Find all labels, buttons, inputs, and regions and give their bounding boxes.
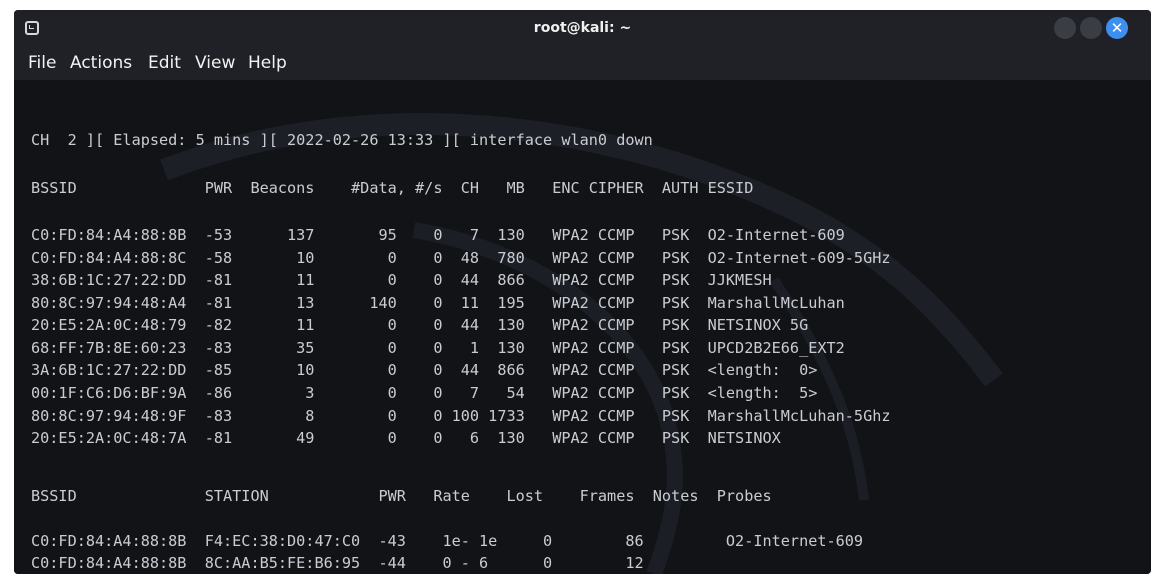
ap-row: 38:6B:1C:27:22:DD -81 11 0 0 44 866 WPA2… bbox=[31, 271, 772, 289]
minimize-button[interactable] bbox=[1054, 17, 1076, 39]
terminal-window: root@kali: ~ ✕ File Actions Edit View He… bbox=[14, 10, 1151, 574]
menu-actions[interactable]: Actions bbox=[70, 53, 132, 73]
ap-row: 20:E5:2A:0C:48:7A -81 49 0 0 6 130 WPA2 … bbox=[31, 429, 781, 447]
status-line: CH 2 ][ Elapsed: 5 mins ][ 2022-02-26 13… bbox=[31, 131, 653, 149]
menu-help[interactable]: Help bbox=[248, 53, 287, 73]
terminal-output[interactable]: CH 2 ][ Elapsed: 5 mins ][ 2022-02-26 13… bbox=[14, 80, 1151, 574]
ap-row: 80:8C:97:94:48:9F -83 8 0 0 100 1733 WPA… bbox=[31, 407, 891, 425]
menu-file[interactable]: File bbox=[28, 53, 56, 73]
window-title: root@kali: ~ bbox=[533, 20, 632, 36]
station-table-header: BSSID STATION PWR Rate Lost Frames Notes… bbox=[31, 487, 772, 505]
ap-row: 68:FF:7B:8E:60:23 -83 35 0 0 1 130 WPA2 … bbox=[31, 339, 845, 357]
close-icon: ✕ bbox=[1110, 19, 1124, 37]
ap-row: 80:8C:97:94:48:A4 -81 13 140 0 11 195 WP… bbox=[31, 294, 845, 312]
ap-table-header: BSSID PWR Beacons #Data, #/s CH MB ENC C… bbox=[31, 179, 754, 197]
ap-row: 3A:6B:1C:27:22:DD -85 10 0 0 44 866 WPA2… bbox=[31, 361, 818, 379]
menu-edit[interactable]: Edit bbox=[148, 53, 181, 73]
ap-row: 00:1F:C6:D6:BF:9A -86 3 0 0 7 54 WPA2 CC… bbox=[31, 384, 818, 402]
menu-view[interactable]: View bbox=[195, 53, 235, 73]
ap-row: C0:FD:84:A4:88:8C -58 10 0 0 48 780 WPA2… bbox=[31, 249, 891, 267]
station-row: C0:FD:84:A4:88:8B 8C:AA:B5:FE:B6:95 -44 … bbox=[31, 554, 644, 572]
station-row: C0:FD:84:A4:88:8B F4:EC:38:D0:47:C0 -43 … bbox=[31, 532, 864, 550]
menu-bar: File Actions Edit View Help bbox=[14, 48, 1151, 80]
ap-row: C0:FD:84:A4:88:8B -53 137 95 0 7 130 WPA… bbox=[31, 226, 845, 244]
maximize-button[interactable] bbox=[1080, 17, 1102, 39]
title-bar[interactable]: root@kali: ~ ✕ bbox=[14, 10, 1151, 48]
close-button[interactable]: ✕ bbox=[1106, 17, 1128, 39]
ap-row: 20:E5:2A:0C:48:79 -82 11 0 0 44 130 WPA2… bbox=[31, 316, 809, 334]
